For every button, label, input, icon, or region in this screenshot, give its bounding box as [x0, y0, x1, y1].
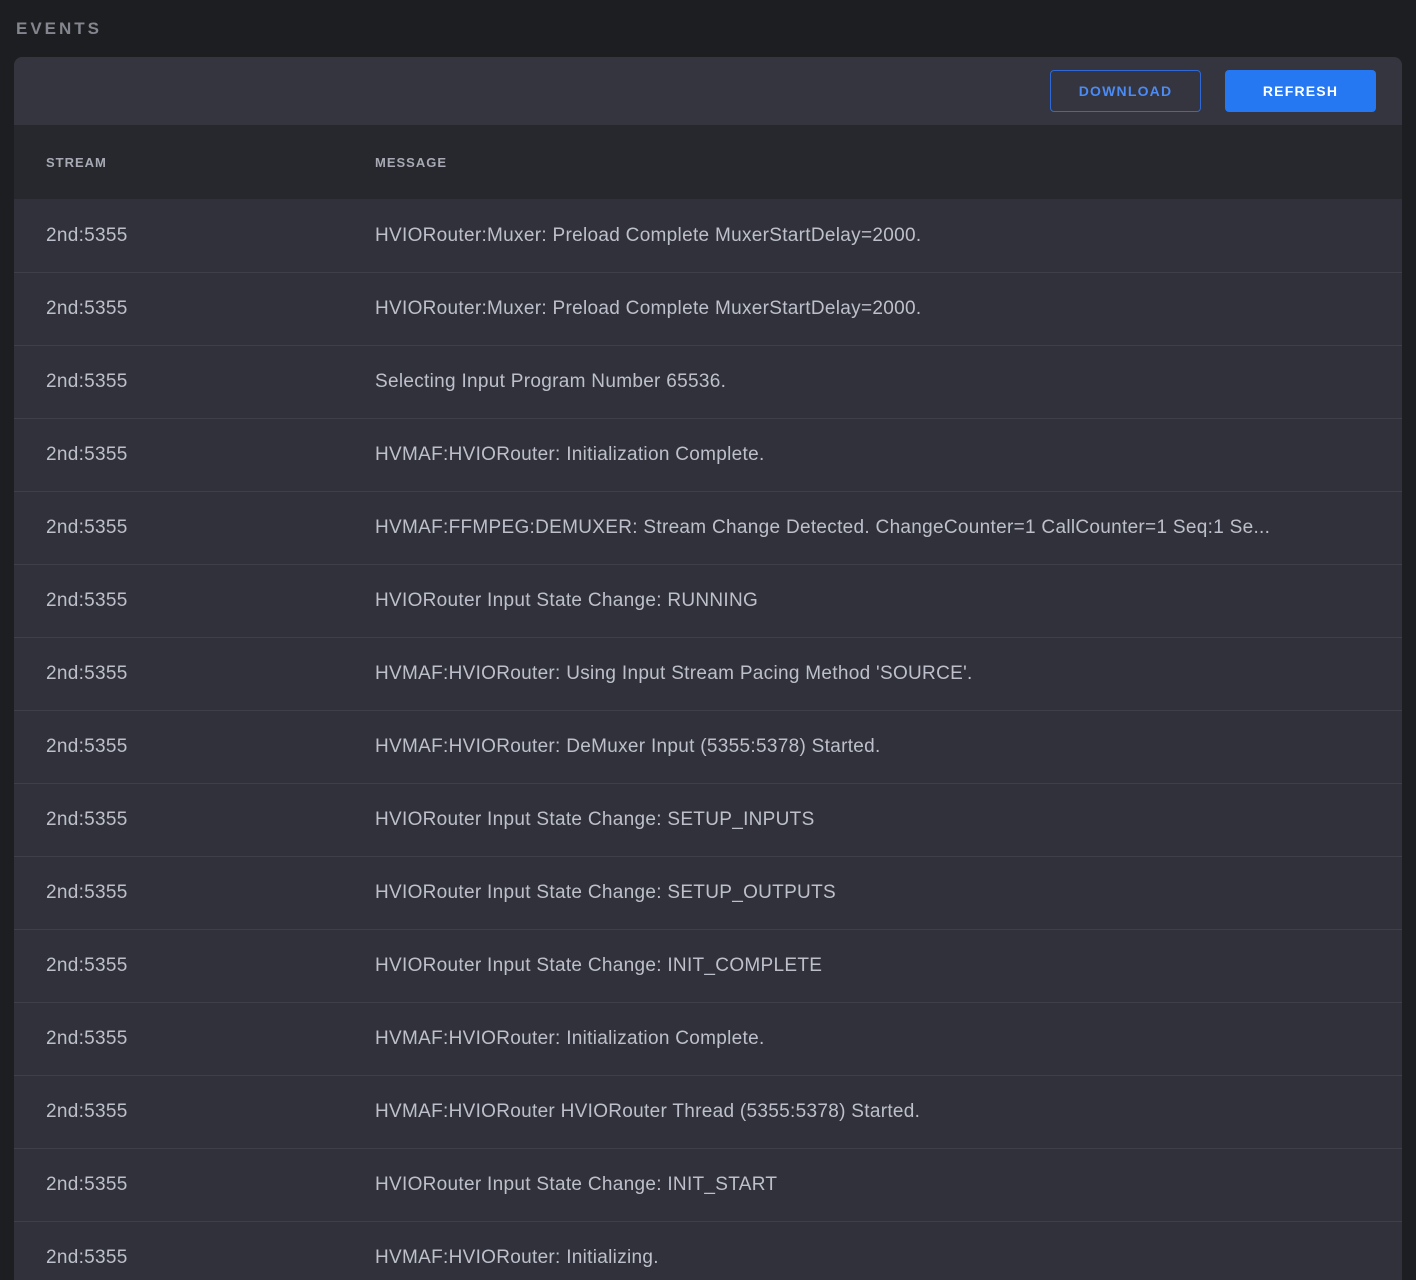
message-cell: HVIORouter Input State Change: RUNNING	[375, 590, 1402, 612]
stream-cell: 2nd:5355	[14, 1028, 375, 1050]
message-cell: HVMAF:HVIORouter: Using Input Stream Pac…	[375, 663, 1402, 685]
message-cell: HVMAF:HVIORouter: Initialization Complet…	[375, 1028, 1402, 1050]
stream-cell: 2nd:5355	[14, 590, 375, 612]
refresh-button[interactable]: REFRESH	[1225, 70, 1376, 112]
message-cell: HVMAF:HVIORouter: Initializing.	[375, 1247, 1402, 1269]
table-row: 2nd:5355 HVIORouter Input State Change: …	[14, 929, 1402, 1002]
stream-cell: 2nd:5355	[14, 663, 375, 685]
message-cell: HVIORouter:Muxer: Preload Complete Muxer…	[375, 298, 1402, 320]
table-row: 2nd:5355 HVMAF:HVIORouter: Initializing.	[14, 1221, 1402, 1280]
table-row: 2nd:5355 HVMAF:HVIORouter: Using Input S…	[14, 637, 1402, 710]
stream-cell: 2nd:5355	[14, 371, 375, 393]
table-row: 2nd:5355 HVIORouter Input State Change: …	[14, 783, 1402, 856]
page-title: EVENTS	[0, 0, 1416, 57]
table-row: 2nd:5355 HVMAF:FFMPEG:DEMUXER: Stream Ch…	[14, 491, 1402, 564]
stream-cell: 2nd:5355	[14, 882, 375, 904]
stream-cell: 2nd:5355	[14, 444, 375, 466]
table-row: 2nd:5355 HVIORouter Input State Change: …	[14, 564, 1402, 637]
stream-cell: 2nd:5355	[14, 1101, 375, 1123]
stream-cell: 2nd:5355	[14, 1247, 375, 1269]
message-cell: HVMAF:HVIORouter: DeMuxer Input (5355:53…	[375, 736, 1402, 758]
message-cell: HVIORouter Input State Change: INIT_COMP…	[375, 955, 1402, 977]
download-button[interactable]: DOWNLOAD	[1050, 70, 1201, 112]
events-table: 2nd:5355 HVIORouter:Muxer: Preload Compl…	[14, 199, 1402, 1280]
stream-cell: 2nd:5355	[14, 517, 375, 539]
table-row: 2nd:5355 HVMAF:HVIORouter HVIORouter Thr…	[14, 1075, 1402, 1148]
table-row: 2nd:5355 HVIORouter:Muxer: Preload Compl…	[14, 272, 1402, 345]
table-row: 2nd:5355 Selecting Input Program Number …	[14, 345, 1402, 418]
message-cell: HVMAF:FFMPEG:DEMUXER: Stream Change Dete…	[375, 517, 1402, 539]
stream-cell: 2nd:5355	[14, 955, 375, 977]
message-cell: Selecting Input Program Number 65536.	[375, 371, 1402, 393]
column-header-message: MESSAGE	[375, 155, 1402, 170]
stream-cell: 2nd:5355	[14, 1174, 375, 1196]
toolbar: DOWNLOAD REFRESH	[14, 57, 1402, 125]
message-cell: HVIORouter Input State Change: INIT_STAR…	[375, 1174, 1402, 1196]
stream-cell: 2nd:5355	[14, 298, 375, 320]
column-header-stream: STREAM	[14, 155, 375, 170]
stream-cell: 2nd:5355	[14, 736, 375, 758]
table-header: STREAM MESSAGE	[14, 125, 1402, 199]
message-cell: HVIORouter Input State Change: SETUP_INP…	[375, 809, 1402, 831]
message-cell: HVMAF:HVIORouter: Initialization Complet…	[375, 444, 1402, 466]
table-row: 2nd:5355 HVIORouter Input State Change: …	[14, 1148, 1402, 1221]
events-panel: DOWNLOAD REFRESH STREAM MESSAGE 2nd:5355…	[14, 57, 1402, 1280]
table-row: 2nd:5355 HVIORouter Input State Change: …	[14, 856, 1402, 929]
message-cell: HVIORouter Input State Change: SETUP_OUT…	[375, 882, 1402, 904]
table-row: 2nd:5355 HVMAF:HVIORouter: Initializatio…	[14, 418, 1402, 491]
stream-cell: 2nd:5355	[14, 225, 375, 247]
table-row: 2nd:5355 HVIORouter:Muxer: Preload Compl…	[14, 199, 1402, 272]
table-row: 2nd:5355 HVMAF:HVIORouter: Initializatio…	[14, 1002, 1402, 1075]
table-row: 2nd:5355 HVMAF:HVIORouter: DeMuxer Input…	[14, 710, 1402, 783]
stream-cell: 2nd:5355	[14, 809, 375, 831]
message-cell: HVMAF:HVIORouter HVIORouter Thread (5355…	[375, 1101, 1402, 1123]
message-cell: HVIORouter:Muxer: Preload Complete Muxer…	[375, 225, 1402, 247]
